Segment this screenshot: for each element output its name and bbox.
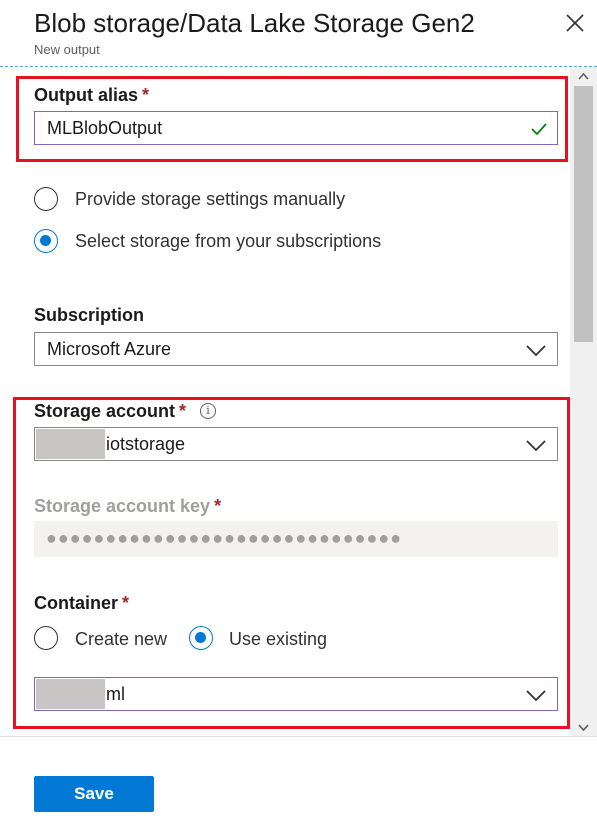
container-label: Container * <box>34 593 130 613</box>
radio-select-from-subscriptions[interactable] <box>34 229 58 253</box>
redacted-text <box>36 429 105 459</box>
checkmark-icon <box>531 123 547 136</box>
subscription-label: Subscription <box>34 305 145 325</box>
panel-header: Blob storage/Data Lake Storage Gen2 New … <box>0 0 597 66</box>
radio-use-existing-label[interactable]: Use existing <box>229 629 327 650</box>
storage-account-key-label: Storage account key * <box>34 496 222 516</box>
scrollbar-thumb[interactable] <box>574 86 593 342</box>
scrollbar[interactable] <box>570 68 597 736</box>
close-icon <box>566 14 584 32</box>
chevron-down-icon <box>526 440 546 452</box>
storage-account-label: Storage account * <box>34 401 187 421</box>
storage-account-key-field: ●●●●●●●●●●●●●●●●●●●●●●●●●●●●●● <box>34 521 558 557</box>
panel-title: Blob storage/Data Lake Storage Gen2 <box>34 8 475 38</box>
output-alias-input[interactable]: MLBlobOutput <box>34 111 558 145</box>
radio-select-from-subscriptions-label[interactable]: Select storage from your subscriptions <box>75 231 381 252</box>
subscription-dropdown[interactable]: Microsoft Azure <box>34 332 558 366</box>
radio-use-existing[interactable] <box>189 626 213 650</box>
storage-account-dropdown[interactable]: iotstorage <box>34 427 558 461</box>
scroll-down-arrow-icon[interactable] <box>570 720 597 736</box>
panel-subtitle: New output <box>34 42 100 57</box>
radio-provide-manually[interactable] <box>34 187 58 211</box>
chevron-down-icon <box>526 690 546 702</box>
footer-divider <box>0 736 597 737</box>
scroll-up-arrow-icon[interactable] <box>570 68 597 84</box>
radio-create-new[interactable] <box>34 626 58 650</box>
save-button[interactable]: Save <box>34 776 154 812</box>
output-alias-label: Output alias * <box>34 85 150 105</box>
form-content: Output alias * MLBlobOutput Provide stora… <box>0 68 570 736</box>
container-dropdown[interactable]: ml <box>34 677 558 711</box>
chevron-down-icon <box>526 345 546 357</box>
radio-create-new-label[interactable]: Create new <box>75 629 167 650</box>
header-divider <box>0 66 597 67</box>
info-icon[interactable]: i <box>200 403 216 419</box>
close-button[interactable] <box>560 8 590 38</box>
redacted-text <box>36 679 105 709</box>
radio-provide-manually-label[interactable]: Provide storage settings manually <box>75 189 345 210</box>
